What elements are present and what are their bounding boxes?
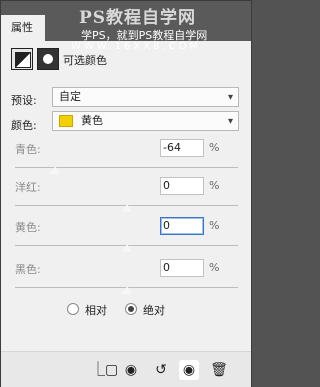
preset-label: 预设: (11, 94, 37, 107)
visibility-icon[interactable]: ◉ (179, 360, 199, 380)
relative-radio[interactable] (67, 303, 79, 315)
preset-select[interactable]: 自定 ▾ (52, 87, 239, 107)
black-unit: % (209, 261, 220, 274)
black-input[interactable]: 0 (160, 259, 204, 277)
magenta-unit: % (209, 179, 220, 192)
preset-value: 自定 (59, 90, 81, 103)
yellow-label: 黄色: (15, 221, 41, 234)
layer-mask-icon[interactable] (37, 48, 59, 70)
yellow-input[interactable]: 0 (160, 217, 204, 235)
colors-select[interactable]: 黄色 ▾ (52, 111, 239, 131)
cyan-slider-track[interactable] (15, 167, 238, 168)
cyan-slider-thumb[interactable] (49, 166, 62, 175)
panel-footer: ⎿▢ ◉ ↺ ◉ 🗑 (1, 351, 251, 387)
color-swatch (59, 115, 73, 127)
colors-value: 黄色 (81, 114, 103, 127)
delete-icon[interactable]: 🗑 (209, 360, 229, 380)
tab-properties[interactable]: 属性 (1, 15, 45, 41)
adjustment-layer-icon[interactable] (11, 48, 33, 70)
chevron-down-icon: ▾ (227, 92, 233, 103)
panel-header: 可选颜色 (11, 48, 131, 72)
yellow-slider-thumb[interactable] (120, 244, 133, 253)
cyan-input[interactable]: -64 (160, 139, 204, 157)
absolute-radio[interactable] (125, 303, 137, 315)
black-slider-thumb[interactable] (120, 286, 133, 295)
method-options: 相对 绝对 (67, 302, 207, 318)
panel-title: 可选颜色 (63, 54, 107, 67)
magenta-input[interactable]: 0 (160, 177, 204, 195)
magenta-label: 洋红: (15, 181, 41, 194)
chevron-down-icon: ▾ (227, 116, 233, 127)
relative-label: 相对 (85, 304, 107, 317)
panel-tabbar: 属性 (1, 1, 251, 41)
colors-label: 颜色: (11, 119, 37, 132)
magenta-slider-thumb[interactable] (120, 204, 133, 213)
reset-icon[interactable]: ↺ (151, 360, 171, 380)
cyan-label: 青色: (15, 143, 41, 156)
absolute-label: 绝对 (143, 304, 165, 317)
yellow-unit: % (209, 219, 220, 232)
black-label: 黑色: (15, 263, 41, 276)
view-previous-state-icon[interactable]: ◉ (121, 360, 141, 380)
properties-panel: 属性 PS教程自学网 学PS，就到PS教程自学网 WWW.16XX8.COM 可… (0, 0, 252, 387)
clip-to-layer-icon[interactable]: ⎿▢ (91, 360, 118, 380)
cyan-unit: % (209, 141, 220, 154)
